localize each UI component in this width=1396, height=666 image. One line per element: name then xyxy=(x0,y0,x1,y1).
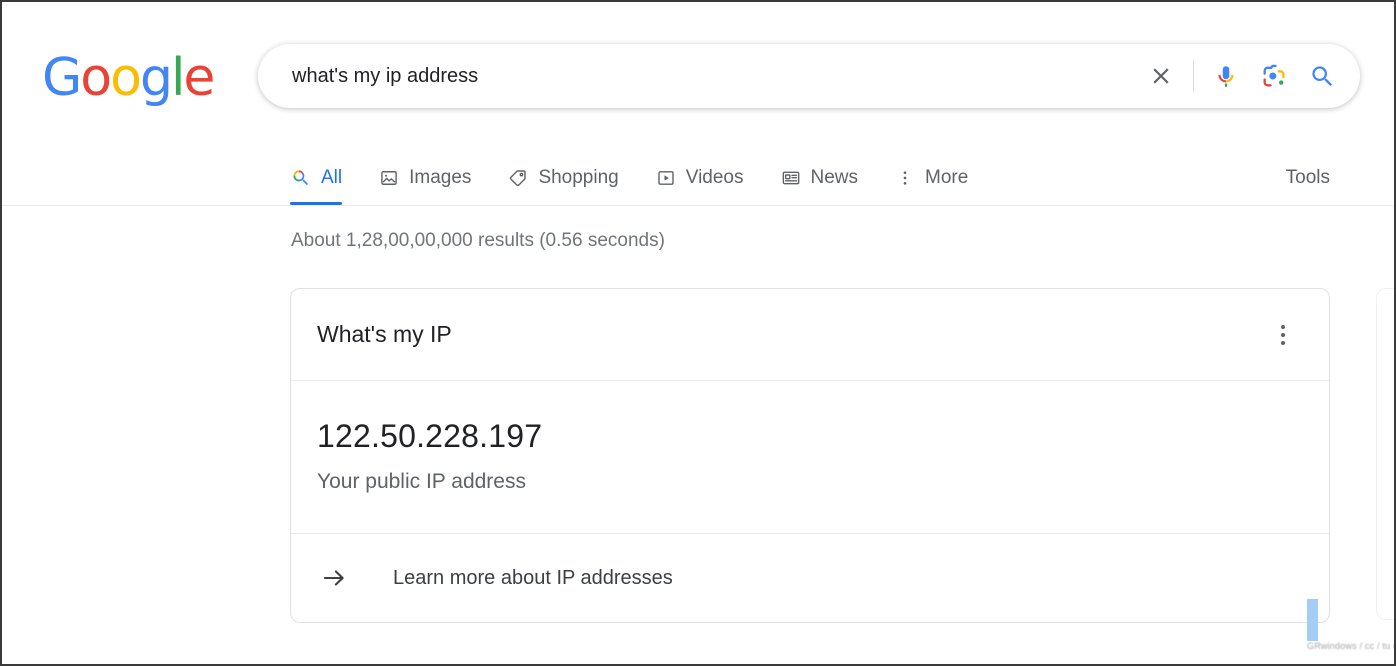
microphone-icon xyxy=(1218,66,1234,87)
tab-news[interactable]: News xyxy=(780,150,874,205)
result-stats: About 1,28,00,00,000 results (0.56 secon… xyxy=(291,230,665,251)
tag-icon xyxy=(507,167,529,189)
learn-more-link[interactable]: Learn more about IP addresses xyxy=(291,534,1329,622)
tab-label-shopping: Shopping xyxy=(538,166,619,188)
tab-label-news: News xyxy=(810,166,859,188)
search-icon xyxy=(290,167,312,189)
kebab-dot xyxy=(1281,324,1285,329)
logo-letter-e: e xyxy=(183,48,215,108)
kebab-dot xyxy=(1281,332,1285,337)
search-bar[interactable] xyxy=(258,44,1360,108)
google-logo[interactable]: Google xyxy=(42,48,215,108)
card-body: 122.50.228.197 Your public IP address xyxy=(291,381,1329,534)
image-icon xyxy=(378,167,400,189)
tools-label: Tools xyxy=(1285,166,1330,188)
arrow-right-icon xyxy=(317,561,351,595)
card-title: What's my IP xyxy=(317,321,452,347)
logo-letter-o1: o xyxy=(80,48,112,108)
search-nav: All Images Shopping Videos News More Too… xyxy=(2,150,1394,206)
play-icon xyxy=(655,167,677,189)
search-input[interactable] xyxy=(292,58,1137,94)
voice-search-button[interactable] xyxy=(1202,52,1250,100)
tab-videos[interactable]: Videos xyxy=(655,150,759,205)
watermark-bar xyxy=(1307,599,1318,641)
tab-shopping[interactable]: Shopping xyxy=(507,150,633,205)
newspaper-icon xyxy=(780,167,802,189)
google-lens-icon xyxy=(1263,64,1285,87)
search-header: Google xyxy=(2,2,1394,142)
side-panel-clipped xyxy=(1376,288,1394,620)
kebab-dot xyxy=(1281,340,1285,345)
ip-address-value: 122.50.228.197 xyxy=(317,418,543,454)
search-submit-button[interactable] xyxy=(1298,52,1346,100)
nav-tab-list: All Images Shopping Videos News More xyxy=(290,150,1004,205)
logo-letter-o2: o xyxy=(110,48,142,108)
tab-more[interactable]: More xyxy=(894,150,983,205)
card-header: What's my IP xyxy=(291,289,1329,381)
logo-letter-g1: G xyxy=(42,48,82,108)
ip-address-caption: Your public IP address xyxy=(317,470,526,493)
tab-label-videos: Videos xyxy=(685,166,744,188)
logo-letter-g2: g xyxy=(139,48,173,108)
tab-images[interactable]: Images xyxy=(378,150,486,205)
learn-more-label: Learn more about IP addresses xyxy=(393,566,673,589)
browser-screen: Google what's my ip address All Images S… xyxy=(0,0,1396,666)
more-vertical-icon xyxy=(894,167,916,189)
tools-button[interactable]: Tools xyxy=(1286,150,1330,205)
card-menu-button[interactable] xyxy=(1269,321,1297,349)
search-icon xyxy=(1311,65,1332,86)
clear-search-button[interactable] xyxy=(1137,52,1185,100)
watermark: GRwindows / cc / tu uspc xyxy=(1307,599,1394,659)
lens-search-button[interactable] xyxy=(1250,52,1298,100)
close-icon xyxy=(1153,68,1169,84)
search-divider xyxy=(1193,60,1194,92)
tab-all[interactable]: All xyxy=(290,150,357,205)
tab-label-images: Images xyxy=(409,166,472,188)
logo-letter-l: l xyxy=(170,48,186,108)
tab-label-more: More xyxy=(925,166,969,188)
watermark-text: GRwindows / cc / tu uspc xyxy=(1307,641,1394,651)
tab-label-all: All xyxy=(321,166,343,188)
ip-answer-card: What's my IP 122.50.228.197 Your public … xyxy=(290,288,1330,623)
